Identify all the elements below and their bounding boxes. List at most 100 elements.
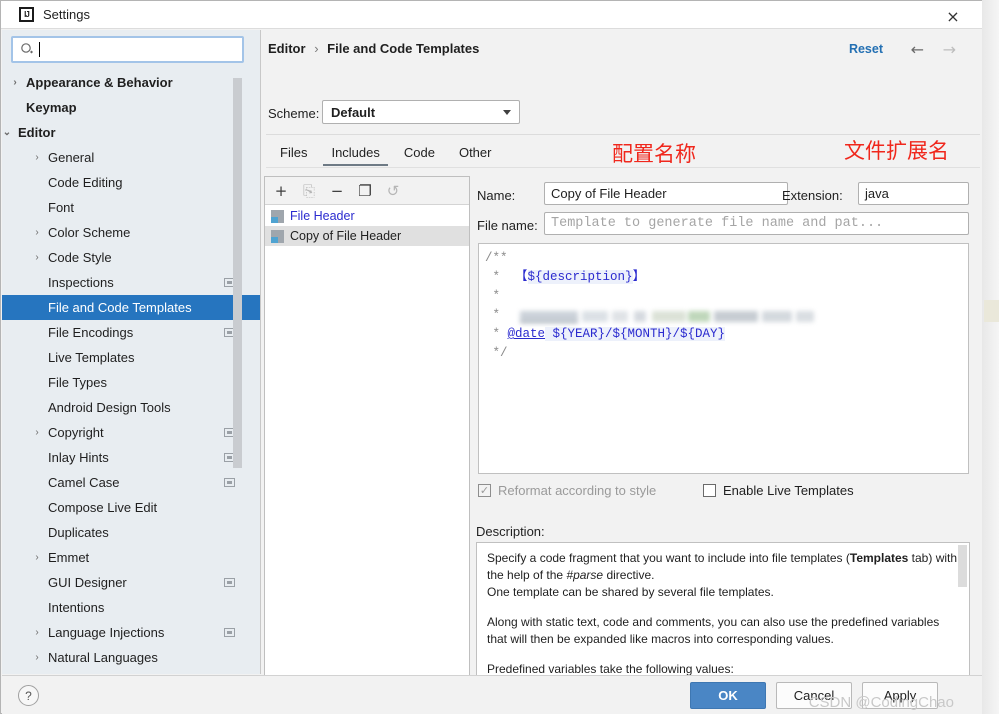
sidebar-item-language-injections[interactable]: › Language Injections xyxy=(2,620,260,645)
sidebar-item-gui-designer[interactable]: GUI Designer xyxy=(2,570,260,595)
sidebar-item-file-types[interactable]: File Types xyxy=(2,370,260,395)
sidebar-item-camel-case[interactable]: Camel Case xyxy=(2,470,260,495)
help-icon[interactable]: ? xyxy=(18,685,39,706)
annotation-config-name: 配置名称 xyxy=(612,142,696,166)
sidebar-item-code-style[interactable]: › Code Style xyxy=(2,245,260,270)
sidebar-item-compose-live-edit[interactable]: Compose Live Edit xyxy=(2,495,260,520)
description-spacer-1 xyxy=(487,601,959,614)
sidebar-item-label: File Encodings xyxy=(48,325,134,340)
breadcrumb-parent[interactable]: Editor xyxy=(268,41,306,56)
scheme-select[interactable]: Default xyxy=(322,100,520,124)
breadcrumb-current: File and Code Templates xyxy=(327,41,480,56)
sidebar-item-label: File Types xyxy=(48,375,108,390)
sidebar-scrollbar-thumb[interactable] xyxy=(233,78,242,468)
tab-includes[interactable]: Includes xyxy=(319,138,391,166)
template-list-item[interactable]: File Header xyxy=(265,206,469,226)
search-box[interactable] xyxy=(11,36,244,63)
template-list-panel: + ⎘ − ❐ ↺ File Header Copy of File Header xyxy=(264,176,470,688)
template-list: File Header Copy of File Header xyxy=(265,206,469,246)
sidebar-item-file-and-code-templates[interactable]: File and Code Templates xyxy=(2,295,260,320)
close-icon[interactable]: × xyxy=(938,5,968,27)
chevron-right-icon[interactable]: › xyxy=(8,76,22,90)
duplicate-icon[interactable]: ❐ xyxy=(357,182,373,200)
settings-dialog-screenshot: IJ Settings × › Appearance & Behavior Ke… xyxy=(0,0,999,714)
sidebar-item-inspections[interactable]: Inspections xyxy=(2,270,260,295)
sidebar-item-code-editing[interactable]: Code Editing xyxy=(2,170,260,195)
description-scrollbar-thumb[interactable] xyxy=(958,545,967,587)
desc-p1-parse: #parse xyxy=(566,568,604,582)
search-field-wrapper xyxy=(11,36,244,63)
sidebar-item-live-templates[interactable]: Live Templates xyxy=(2,345,260,370)
scheme-selected-value: Default xyxy=(331,104,376,120)
title-bar: IJ Settings × xyxy=(1,1,982,29)
sidebar-item-label: General xyxy=(48,150,95,165)
annotation-file-extension: 文件扩展名 xyxy=(844,139,949,163)
tab-files[interactable]: Files xyxy=(268,138,319,166)
description-paragraph-2: One template can be shared by several fi… xyxy=(487,585,774,599)
search-input[interactable] xyxy=(40,38,242,61)
reset-link[interactable]: Reset xyxy=(849,42,883,56)
chevron-right-icon[interactable]: › xyxy=(30,551,44,565)
sidebar-item-appearance-behavior[interactable]: › Appearance & Behavior xyxy=(2,70,260,95)
name-input[interactable]: Copy of File Header xyxy=(544,182,788,205)
desc-p1-e: directive. xyxy=(603,568,655,582)
template-code-editor[interactable]: /** * 【${description}】 * * * @date ${YEA… xyxy=(478,243,969,474)
code-line-4-prefix: * xyxy=(485,308,501,322)
chevron-right-icon[interactable]: › xyxy=(30,226,44,240)
chevron-right-icon[interactable]: › xyxy=(30,651,44,665)
nav-forward-icon[interactable]: → xyxy=(943,40,956,59)
template-list-item[interactable]: Copy of File Header xyxy=(265,226,469,246)
sidebar-item-file-encodings[interactable]: File Encodings xyxy=(2,320,260,345)
chevron-right-icon[interactable]: › xyxy=(30,251,44,265)
add-icon[interactable]: + xyxy=(273,182,289,200)
sidebar-item-natural-languages[interactable]: › Natural Languages xyxy=(2,645,260,670)
chevron-right-icon[interactable]: › xyxy=(30,426,44,440)
tab-code[interactable]: Code xyxy=(392,138,447,166)
ok-button[interactable]: OK xyxy=(690,682,766,709)
scheme-label: Scheme: xyxy=(268,106,320,121)
sidebar-item-label: Emmet xyxy=(48,550,90,565)
settings-sidebar: › Appearance & Behavior Keymap ⌄ Editor › Gene… xyxy=(2,30,261,674)
sidebar-item-label: Language Injections xyxy=(48,625,165,640)
reformat-checkbox-row[interactable]: ✓ Reformat according to style xyxy=(478,483,656,498)
sidebar-item-emmet[interactable]: › Emmet xyxy=(2,545,260,570)
tab-other[interactable]: Other xyxy=(447,138,504,166)
sidebar-item-editor[interactable]: ⌄ Editor xyxy=(2,120,260,145)
sidebar-item-label: Code Style xyxy=(48,250,112,265)
search-icon xyxy=(19,42,35,58)
sidebar-item-color-scheme[interactable]: › Color Scheme xyxy=(2,220,260,245)
chevron-right-icon[interactable]: › xyxy=(30,626,44,640)
extension-input[interactable]: java xyxy=(858,182,969,205)
chevron-down-icon xyxy=(503,109,511,115)
sidebar-item-duplicates[interactable]: Duplicates xyxy=(2,520,260,545)
chevron-down-icon[interactable]: ⌄ xyxy=(2,126,14,140)
reformat-checkbox-label: Reformat according to style xyxy=(498,483,657,498)
intellij-logo-icon: IJ xyxy=(19,7,34,22)
sidebar-item-copyright[interactable]: › Copyright xyxy=(2,420,260,445)
sidebar-item-label: Appearance & Behavior xyxy=(26,75,173,90)
revert-icon[interactable]: ↺ xyxy=(385,182,401,200)
sidebar-item-label: Code Editing xyxy=(48,175,123,190)
nav-back-icon[interactable]: ← xyxy=(911,40,924,59)
dialog-footer: ? OK Cancel Apply CSDN @CodingChao xyxy=(2,675,982,714)
copy-file-icon[interactable]: ⎘ xyxy=(301,182,317,200)
description-label: Description: xyxy=(476,524,545,539)
chevron-right-icon[interactable]: › xyxy=(30,151,44,165)
live-templates-checkbox-row[interactable]: Enable Live Templates xyxy=(703,483,854,498)
watermark: CSDN @CodingChao xyxy=(808,694,954,711)
file-name-input[interactable]: Template to generate file name and pat..… xyxy=(544,212,969,235)
sidebar-item-keymap[interactable]: Keymap xyxy=(2,95,260,120)
remove-icon[interactable]: − xyxy=(329,182,345,200)
sidebar-item-intentions[interactable]: Intentions xyxy=(2,595,260,620)
sidebar-item-font[interactable]: Font xyxy=(2,195,260,220)
sidebar-item-label: Intentions xyxy=(48,600,105,615)
settings-main-panel: Editor › File and Code Templates Reset ←… xyxy=(262,30,982,688)
sidebar-item-android-design-tools[interactable]: Android Design Tools xyxy=(2,395,260,420)
code-line-1: /** xyxy=(485,251,508,265)
sidebar-item-inlay-hints[interactable]: Inlay Hints xyxy=(2,445,260,470)
sidebar-item-label: File and Code Templates xyxy=(48,300,192,315)
sidebar-item-general[interactable]: › General xyxy=(2,145,260,170)
background-beige-strip xyxy=(984,300,999,322)
java-file-icon xyxy=(271,209,284,223)
sidebar-item-label: Natural Languages xyxy=(48,650,158,665)
